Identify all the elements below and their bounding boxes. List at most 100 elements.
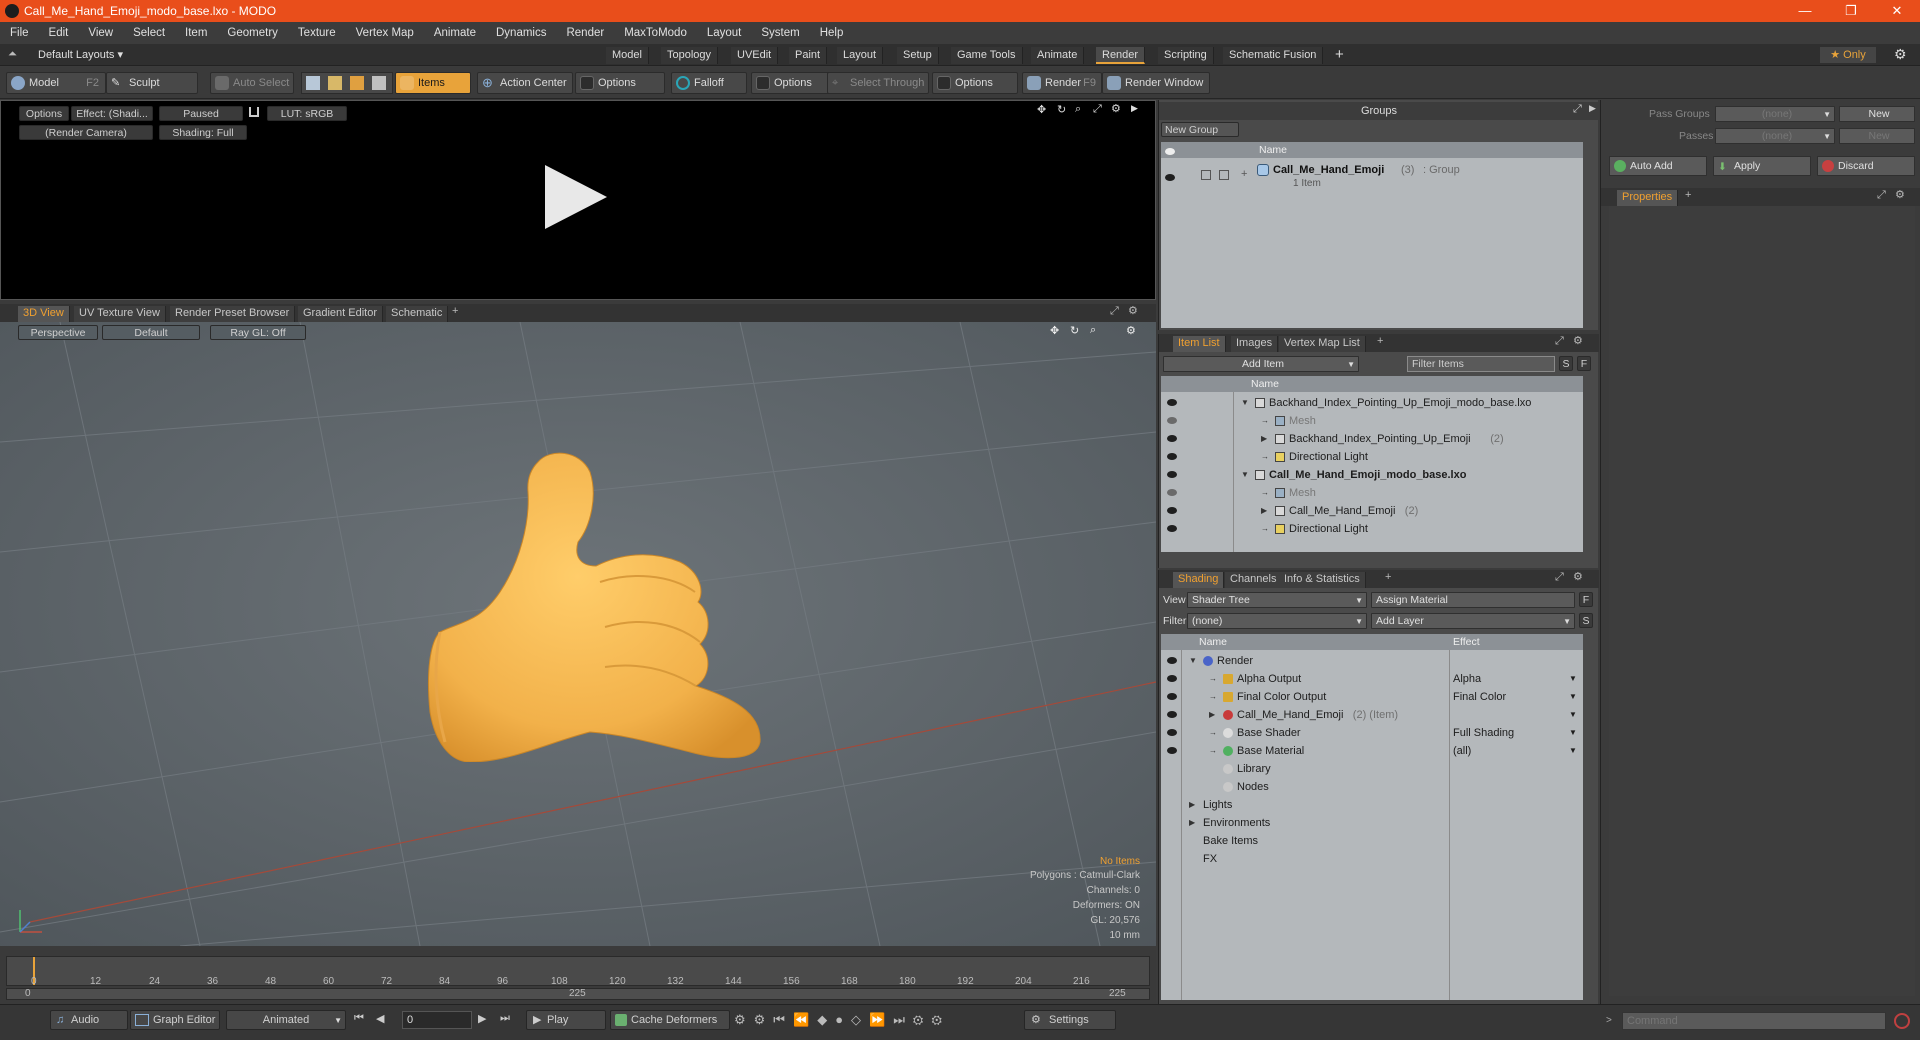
only-toggle[interactable]: ★ Only <box>1820 47 1876 63</box>
item-label[interactable]: Call_Me_Hand_Emoji_modo_base.lxo <box>1269 466 1466 484</box>
eye-icon[interactable] <box>1167 417 1177 424</box>
shader-item-label[interactable]: FX <box>1203 850 1217 868</box>
expand-icon[interactable]: ▶ <box>1261 430 1267 448</box>
gear-icon[interactable]: ⚙ <box>1573 334 1583 347</box>
expand-icon[interactable]: → <box>1261 412 1269 430</box>
tab-uvedit[interactable]: UVEdit <box>731 47 779 64</box>
chevron-down-icon[interactable]: ▼ <box>1569 688 1577 706</box>
tab-animate[interactable]: Animate <box>1031 47 1085 64</box>
filter-f-button[interactable]: F <box>1577 356 1591 371</box>
menu-maxtomodo[interactable]: MaxToModo <box>614 27 697 39</box>
eye-icon[interactable] <box>1167 435 1177 442</box>
eye-icon[interactable] <box>1167 747 1177 754</box>
action-center-button[interactable]: ⊕ Action Center <box>477 72 573 94</box>
maximize-button[interactable]: ❐ <box>1828 0 1874 22</box>
group-name[interactable]: Call_Me_Hand_Emoji <box>1273 164 1384 176</box>
add-item-dropdown[interactable]: Add Item ▼ <box>1163 356 1359 372</box>
eye-icon[interactable] <box>1167 711 1177 718</box>
step-forward-icon[interactable]: ▶ <box>478 1012 486 1025</box>
settings-button[interactable]: ⚙ Settings <box>1024 1010 1116 1030</box>
assign-material-button[interactable]: Assign Material <box>1371 592 1575 608</box>
rotate-icon[interactable]: ↻ <box>1057 103 1066 116</box>
render-effect-dropdown[interactable]: Effect: (Shadi... <box>71 106 153 121</box>
falloff-button[interactable]: Falloff <box>671 72 747 94</box>
discard-button[interactable]: Discard <box>1817 156 1915 176</box>
gear-icon[interactable]: ⚙ <box>1894 46 1907 63</box>
raygl-dropdown[interactable]: Ray GL: Off <box>210 325 306 340</box>
falloff-options-button[interactable]: Options <box>751 72 831 94</box>
model-button[interactable]: Model F2 <box>6 72 106 94</box>
gear-icon[interactable]: ⚙ <box>1573 570 1583 583</box>
select-through-button[interactable]: ⌖ Select Through <box>827 72 929 94</box>
tab-game-tools[interactable]: Game Tools <box>951 47 1023 64</box>
shader-item-label[interactable]: Final Color Output <box>1237 688 1326 706</box>
lock-icon[interactable] <box>249 107 259 117</box>
shader-item-label[interactable]: Bake Items <box>1203 832 1258 850</box>
item-label[interactable]: Call_Me_Hand_Emoji <box>1289 502 1395 520</box>
tab-info-statistics[interactable]: Info & Statistics <box>1279 572 1366 588</box>
minimize-button[interactable]: — <box>1782 0 1828 22</box>
shading-s-button[interactable]: S <box>1579 613 1593 628</box>
groups-list[interactable]: Name + Call_Me_Hand_Emoji (3) : Group 1 … <box>1161 142 1583 328</box>
tab-vertex-map-list[interactable]: Vertex Map List <box>1279 336 1366 352</box>
pass-groups-new-button[interactable]: New <box>1839 106 1915 122</box>
current-frame-input[interactable]: 0 <box>402 1011 472 1029</box>
expand-icon[interactable]: ▼ <box>1241 466 1249 484</box>
sculpt-button[interactable]: ✎ Sculpt <box>106 72 198 94</box>
paused-button[interactable]: Paused <box>159 106 243 121</box>
materials-mode-icon[interactable] <box>372 76 386 90</box>
shading-f-button[interactable]: F <box>1579 592 1593 607</box>
chevron-down-icon[interactable]: ▼ <box>1569 724 1577 742</box>
menu-layout[interactable]: Layout <box>697 27 752 39</box>
auto-select-button[interactable]: Auto Select <box>210 72 294 94</box>
render-camera-dropdown[interactable]: (Render Camera) <box>19 125 153 140</box>
step-back-icon[interactable]: ◀ <box>376 1012 384 1025</box>
pan-icon[interactable]: ✥ <box>1037 103 1046 116</box>
render-window-button[interactable]: Render Window <box>1102 72 1210 94</box>
passes-dropdown[interactable]: (none) ▼ <box>1715 128 1835 144</box>
filter-s-button[interactable]: S <box>1559 356 1573 371</box>
eye-icon[interactable] <box>1167 507 1177 514</box>
shader-item-label[interactable]: Base Shader <box>1237 724 1301 742</box>
edges-mode-icon[interactable] <box>328 76 342 90</box>
expand-icon[interactable]: → <box>1261 484 1269 502</box>
zoom-icon[interactable]: ⌕ <box>1075 103 1081 116</box>
eye-icon[interactable] <box>1167 729 1177 736</box>
view-dropdown[interactable]: Shader Tree ▼ <box>1187 592 1367 608</box>
pass-groups-dropdown[interactable]: (none) ▼ <box>1715 106 1835 122</box>
shader-tree[interactable]: Name Effect ▼ Render → Alpha Output Alpha ▼ → F… <box>1161 634 1583 1000</box>
vertices-mode-icon[interactable] <box>306 76 320 90</box>
shader-item-label[interactable]: Nodes <box>1237 778 1269 796</box>
add-layout-tab-button[interactable]: + <box>1335 46 1344 63</box>
shader-effect-value[interactable]: Final Color <box>1453 688 1506 706</box>
gear-icon[interactable]: ⚙ <box>1111 102 1121 115</box>
menu-item[interactable]: Item <box>175 27 217 39</box>
play-button[interactable]: ▶ Play <box>526 1010 606 1030</box>
perspective-dropdown[interactable]: Perspective <box>18 325 98 340</box>
action-center-options-button[interactable]: Options <box>575 72 665 94</box>
shader-effect-value[interactable]: (all) <box>1453 742 1471 760</box>
shader-item-label[interactable]: Lights <box>1203 796 1232 814</box>
menu-file[interactable]: File <box>0 27 39 39</box>
maximize-icon[interactable]: ⤢ <box>1110 305 1119 318</box>
add-layer-dropdown[interactable]: Add Layer ▼ <box>1371 613 1575 629</box>
expand-icon[interactable]: → <box>1209 724 1217 742</box>
add-tab-button[interactable]: + <box>1377 335 1383 347</box>
filter-dropdown[interactable]: (none) ▼ <box>1187 613 1367 629</box>
chevron-down-icon[interactable]: ▼ <box>1569 742 1577 760</box>
menu-system[interactable]: System <box>751 27 809 39</box>
hand-model[interactable] <box>400 442 780 762</box>
item-label[interactable]: Mesh <box>1289 412 1316 430</box>
menu-vertex-map[interactable]: Vertex Map <box>346 27 424 39</box>
graph-editor-button[interactable]: Graph Editor <box>130 1010 220 1030</box>
tab-scripting[interactable]: Scripting <box>1158 47 1214 64</box>
tab-images[interactable]: Images <box>1231 336 1279 352</box>
eye-icon[interactable] <box>1167 489 1177 496</box>
maximize-icon[interactable]: ⤢ <box>1573 103 1582 116</box>
expand-icon[interactable]: + <box>1241 168 1247 180</box>
tab-item-list[interactable]: Item List <box>1173 336 1226 352</box>
tab-uv-texture-view[interactable]: UV Texture View <box>74 306 166 322</box>
menu-help[interactable]: Help <box>810 27 854 39</box>
tab-properties[interactable]: Properties <box>1617 190 1679 206</box>
gear-icon[interactable]: ⚙ <box>1895 188 1905 201</box>
